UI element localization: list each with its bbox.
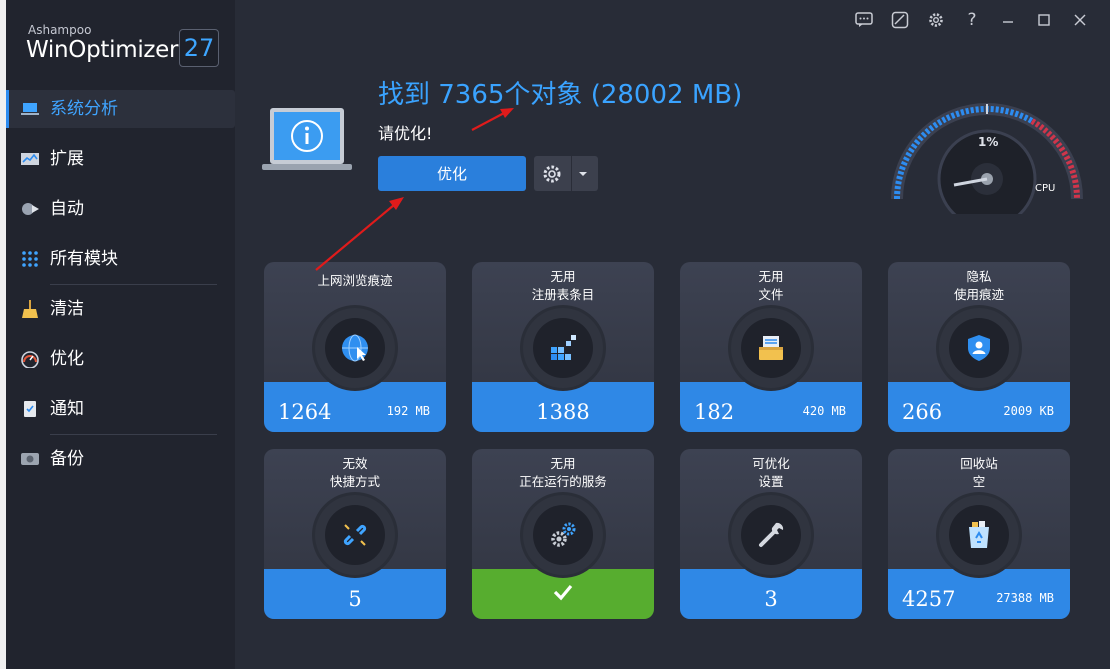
optimize-options-button[interactable] xyxy=(534,156,598,191)
tile-count: 1388 xyxy=(536,400,590,424)
sidebar-item-label: 扩展 xyxy=(50,149,84,169)
cpu-label: CPU xyxy=(1035,183,1055,194)
tile-title: 可优化 设置 xyxy=(752,456,790,489)
minimize-icon[interactable] xyxy=(996,8,1020,32)
annotation-arrow-head xyxy=(389,197,404,210)
gear-icon xyxy=(543,165,561,183)
sidebar: Ashampoo WinOptimizer 27 系统分析 扩展 自动 所有模块… xyxy=(6,0,235,669)
tile-running-services[interactable]: 无用 正在运行的服务 xyxy=(472,449,654,619)
annotation-arrow xyxy=(315,204,395,271)
recycle-bin-icon xyxy=(969,521,989,548)
file-folder-icon xyxy=(759,336,783,360)
sidebar-divider xyxy=(50,434,217,435)
theme-icon[interactable] xyxy=(888,8,912,32)
sidebar-item-notifications[interactable]: 通知 xyxy=(6,390,235,428)
sidebar-item-label: 通知 xyxy=(50,399,84,419)
tile-icon-disc xyxy=(939,308,1019,388)
split-divider xyxy=(571,156,572,191)
tile-browsing-traces[interactable]: 上网浏览痕迹 1264 192 MB xyxy=(264,262,446,432)
tile-count: 1264 xyxy=(278,400,332,424)
wrench-icon xyxy=(759,522,784,547)
tile-invalid-shortcuts[interactable]: 无效 快捷方式 5 xyxy=(264,449,446,619)
chart-icon xyxy=(21,153,39,165)
tile-size: 192 MB xyxy=(386,404,430,418)
app-window: Ashampoo WinOptimizer 27 系统分析 扩展 自动 所有模块… xyxy=(6,0,1110,669)
tile-count: 266 xyxy=(902,400,943,424)
tile-privacy-traces[interactable]: 隐私 使用痕迹 266 2009 KB xyxy=(888,262,1070,432)
tile-icon-disc xyxy=(315,308,395,388)
brand-vendor: Ashampoo xyxy=(28,23,92,37)
laptop-info-icon xyxy=(262,108,352,170)
tile-size: 420 MB xyxy=(802,404,846,418)
sidebar-divider xyxy=(50,284,217,285)
tile-title: 上网浏览痕迹 xyxy=(317,273,393,288)
tile-icon-disc xyxy=(731,495,811,575)
close-icon[interactable] xyxy=(1068,8,1092,32)
feedback-icon[interactable] xyxy=(852,8,876,32)
privacy-shield-icon xyxy=(968,335,990,361)
sidebar-item-label: 自动 xyxy=(50,199,84,219)
tile-optimizable-settings[interactable]: 可优化 设置 3 xyxy=(680,449,862,619)
tile-recycle-bin[interactable]: 回收站 空 4257 27388 MB xyxy=(888,449,1070,619)
tile-title: 无用 文件 xyxy=(758,269,784,302)
chevron-down-icon xyxy=(579,172,587,176)
sidebar-item-label: 系统分析 xyxy=(50,99,118,119)
annotation-arrow xyxy=(471,111,507,131)
tile-count: 182 xyxy=(694,400,735,424)
globe-cursor-icon xyxy=(342,334,368,362)
optimize-button[interactable]: 优化 xyxy=(378,156,526,191)
sidebar-item-clean[interactable]: 清洁 xyxy=(6,290,235,328)
maximize-icon[interactable] xyxy=(1032,8,1056,32)
tile-icon-disc xyxy=(315,495,395,575)
tile-icon-disc xyxy=(523,495,603,575)
speed-icon xyxy=(21,351,39,368)
sidebar-item-all-modules[interactable]: 所有模块 xyxy=(6,240,235,278)
tile-count: 3 xyxy=(764,587,778,611)
scan-result-headline: 找到 7365个对象 (28002 MB) xyxy=(378,80,743,110)
sidebar-item-label: 清洁 xyxy=(50,299,84,319)
broken-link-icon xyxy=(343,524,367,546)
settings-icon[interactable] xyxy=(924,8,948,32)
tile-size: 2009 KB xyxy=(1003,404,1054,418)
help-icon[interactable]: ? xyxy=(960,8,984,32)
sidebar-item-optimize[interactable]: 优化 xyxy=(6,340,235,378)
sidebar-item-extended[interactable]: 扩展 xyxy=(6,140,235,178)
registry-blocks-icon xyxy=(551,335,576,360)
tile-title: 无用 注册表条目 xyxy=(531,269,595,302)
tile-junk-files[interactable]: 无用 文件 182 420 MB xyxy=(680,262,862,432)
tile-registry-entries[interactable]: 无用 注册表条目 1388 xyxy=(472,262,654,432)
auto-icon xyxy=(22,203,39,215)
tile-title: 隐私 使用痕迹 xyxy=(953,269,1004,302)
scan-result-hint: 请优化! xyxy=(378,124,433,143)
tile-icon-disc xyxy=(939,495,1019,575)
sidebar-item-auto[interactable]: 自动 xyxy=(6,190,235,228)
sidebar-item-label: 所有模块 xyxy=(50,249,118,269)
backup-icon xyxy=(21,453,39,465)
title-bar: ? xyxy=(850,0,1110,40)
gears-icon xyxy=(551,522,576,547)
tile-title: 无用 正在运行的服务 xyxy=(519,456,607,489)
brand-version-badge: 27 xyxy=(179,29,219,67)
laptop-icon xyxy=(21,103,39,115)
tile-count: 4257 xyxy=(902,587,956,611)
broom-icon xyxy=(22,300,38,318)
tile-size: 27388 MB xyxy=(996,591,1054,605)
tile-icon-disc xyxy=(523,308,603,388)
notification-icon xyxy=(24,401,36,417)
tile-title: 无效 快捷方式 xyxy=(329,456,380,489)
sidebar-nav: 系统分析 扩展 自动 所有模块 清洁 优化 通知 备份 xyxy=(6,90,235,490)
sidebar-item-label: 备份 xyxy=(50,449,84,469)
tile-icon-disc xyxy=(731,308,811,388)
sidebar-item-backup[interactable]: 备份 xyxy=(6,440,235,478)
cpu-gauge: 1% CPU xyxy=(891,103,1083,214)
cpu-value: 1% xyxy=(978,135,998,149)
status-ok-check-icon xyxy=(472,581,654,609)
sidebar-item-system-analysis[interactable]: 系统分析 xyxy=(6,90,235,128)
sidebar-item-label: 优化 xyxy=(50,349,84,369)
grid-icon xyxy=(22,251,38,267)
tile-count: 5 xyxy=(348,587,362,611)
brand-product: WinOptimizer xyxy=(26,37,179,63)
tile-title: 回收站 空 xyxy=(960,456,998,489)
